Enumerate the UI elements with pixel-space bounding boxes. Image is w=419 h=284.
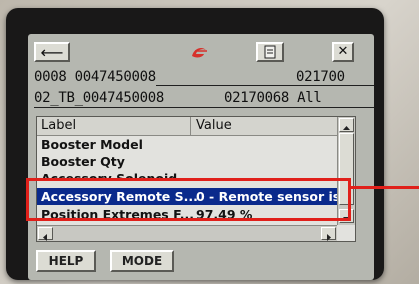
table-row[interactable]: Booster Model	[37, 136, 337, 153]
scroll-left-button[interactable]	[38, 227, 53, 241]
close-icon: ✕	[337, 44, 349, 59]
column-header-value[interactable]: Value	[196, 118, 232, 133]
table-row[interactable]: Booster Qty	[37, 153, 337, 170]
horizontal-scrollbar[interactable]	[37, 225, 337, 241]
row-label: Position Extremes F...	[41, 207, 195, 222]
vertical-scrollbar[interactable]	[337, 117, 355, 225]
table-row-selected[interactable]: Accessory Remote S... 0 - Remote sensor …	[37, 188, 337, 205]
back-arrow-icon: ⟵	[40, 43, 64, 62]
close-button[interactable]: ✕	[332, 42, 354, 62]
column-header-label[interactable]: Label	[41, 118, 76, 133]
row-label: Booster Model	[41, 137, 143, 152]
emerson-logo-icon	[186, 42, 214, 62]
document-icon	[264, 45, 276, 59]
scroll-up-button[interactable]	[339, 118, 354, 132]
parameter-grid: Label Value Booster Model Booster Qty Ac…	[36, 116, 356, 242]
device-screen: ⟵ ✕ 0008 0047450008 021700 02_TB_0047450…	[28, 34, 374, 280]
table-row[interactable]: Position Extremes F... 97.49 %	[37, 206, 337, 223]
annotation-pointer-line	[351, 186, 419, 189]
help-button[interactable]: HELP	[36, 250, 96, 272]
document-button[interactable]	[256, 42, 284, 62]
column-divider	[190, 117, 191, 135]
device-tag-line1: 0008 0047450008	[34, 69, 156, 85]
mode-button[interactable]: MODE	[110, 250, 174, 272]
table-row[interactable]: Accessory Solenoid	[37, 170, 337, 181]
header-divider	[156, 85, 374, 86]
row-label: Booster Qty	[41, 154, 125, 169]
chevron-right-icon	[327, 234, 331, 241]
chevron-left-icon	[43, 234, 47, 241]
chevron-down-icon	[343, 217, 350, 221]
device-bezel: ⟵ ✕ 0008 0047450008 021700 02_TB_0047450…	[6, 8, 384, 280]
scroll-down-button[interactable]	[339, 209, 354, 223]
scroll-thumb[interactable]	[339, 133, 354, 205]
header-divider-2	[34, 107, 374, 108]
row-value: 97.49 %	[196, 207, 253, 222]
block-id: 02170068 All	[224, 90, 322, 106]
mode-button-label: MODE	[121, 254, 163, 268]
row-label: Accessory Solenoid	[41, 171, 178, 181]
device-tag-line1-right: 021700	[296, 69, 345, 85]
photo-background: ⟵ ✕ 0008 0047450008 021700 02_TB_0047450…	[0, 0, 419, 284]
row-label: Accessory Remote S...	[41, 189, 198, 204]
help-button-label: HELP	[48, 254, 84, 268]
back-button[interactable]: ⟵	[34, 42, 70, 62]
grid-header: Label Value	[37, 117, 337, 136]
block-tag: 02_TB_0047450008	[34, 90, 165, 106]
scroll-right-button[interactable]	[321, 227, 336, 241]
row-value: 0 - Remote sensor is...	[196, 189, 337, 204]
